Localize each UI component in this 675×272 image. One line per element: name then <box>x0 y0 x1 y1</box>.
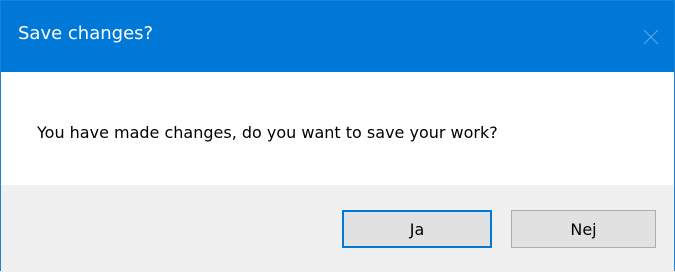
close-icon <box>643 29 659 45</box>
dialog-title: Save changes? <box>18 23 154 44</box>
title-bar[interactable]: Save changes? <box>1 1 674 72</box>
close-button[interactable] <box>628 1 674 72</box>
dialog-body: You have made changes, do you want to sa… <box>1 72 674 185</box>
dialog-message: You have made changes, do you want to sa… <box>37 123 498 142</box>
no-button[interactable]: Nej <box>511 210 656 248</box>
save-changes-dialog: Save changes? You have made changes, do … <box>0 0 675 272</box>
dialog-button-bar: Ja Nej <box>1 185 674 272</box>
yes-button[interactable]: Ja <box>342 210 492 248</box>
